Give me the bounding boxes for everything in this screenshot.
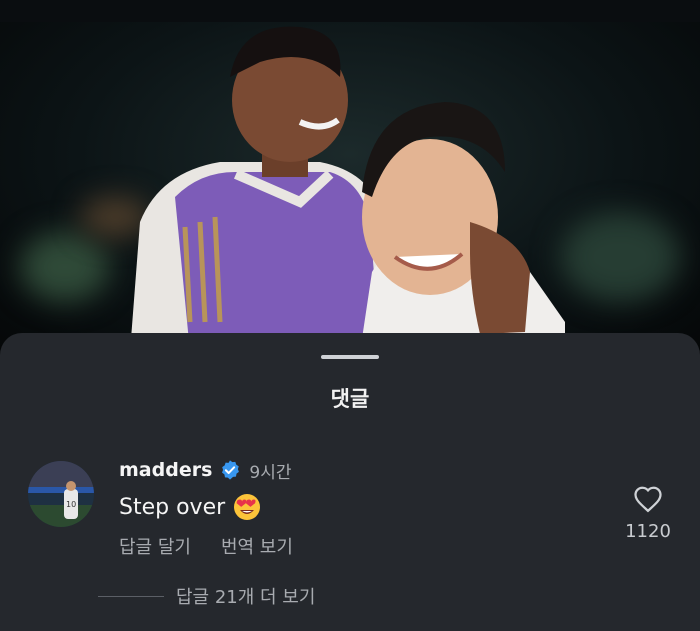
avatar[interactable]: 10	[28, 461, 94, 527]
like-count: 1120	[625, 521, 671, 542]
heart-eyes-emoji-icon	[233, 493, 261, 521]
avatar-image: 10	[28, 461, 94, 527]
like-control: 1120	[622, 485, 674, 542]
view-more-replies-label[interactable]: 답글 21개 더 보기	[176, 583, 315, 609]
replies-divider-line	[98, 595, 164, 597]
post-photo[interactable]	[0, 22, 700, 352]
translate-button[interactable]: 번역 보기	[221, 533, 293, 559]
heart-outline-icon[interactable]	[633, 485, 663, 517]
verified-check-icon	[219, 459, 241, 481]
comment-timestamp: 9시간	[249, 462, 292, 483]
players-illustration	[130, 26, 565, 352]
comment-actions: 답글 달기 번역 보기	[119, 533, 323, 559]
reply-button[interactable]: 답글 달기	[119, 533, 191, 559]
comment-body: Step over	[119, 493, 261, 521]
comment-header: madders 9시간	[119, 457, 292, 483]
status-bar	[0, 0, 700, 22]
view-more-replies[interactable]: 답글 21개 더 보기	[98, 583, 315, 609]
sheet-title: 댓글	[330, 387, 370, 411]
comments-sheet: 댓글 10 madders 9시간 Step over 답글 달기 번역 보기 …	[0, 333, 700, 631]
comment-username[interactable]: madders	[119, 459, 212, 481]
sheet-drag-handle[interactable]	[321, 355, 379, 359]
comment-text: Step over	[119, 494, 226, 520]
svg-text:10: 10	[66, 500, 76, 509]
